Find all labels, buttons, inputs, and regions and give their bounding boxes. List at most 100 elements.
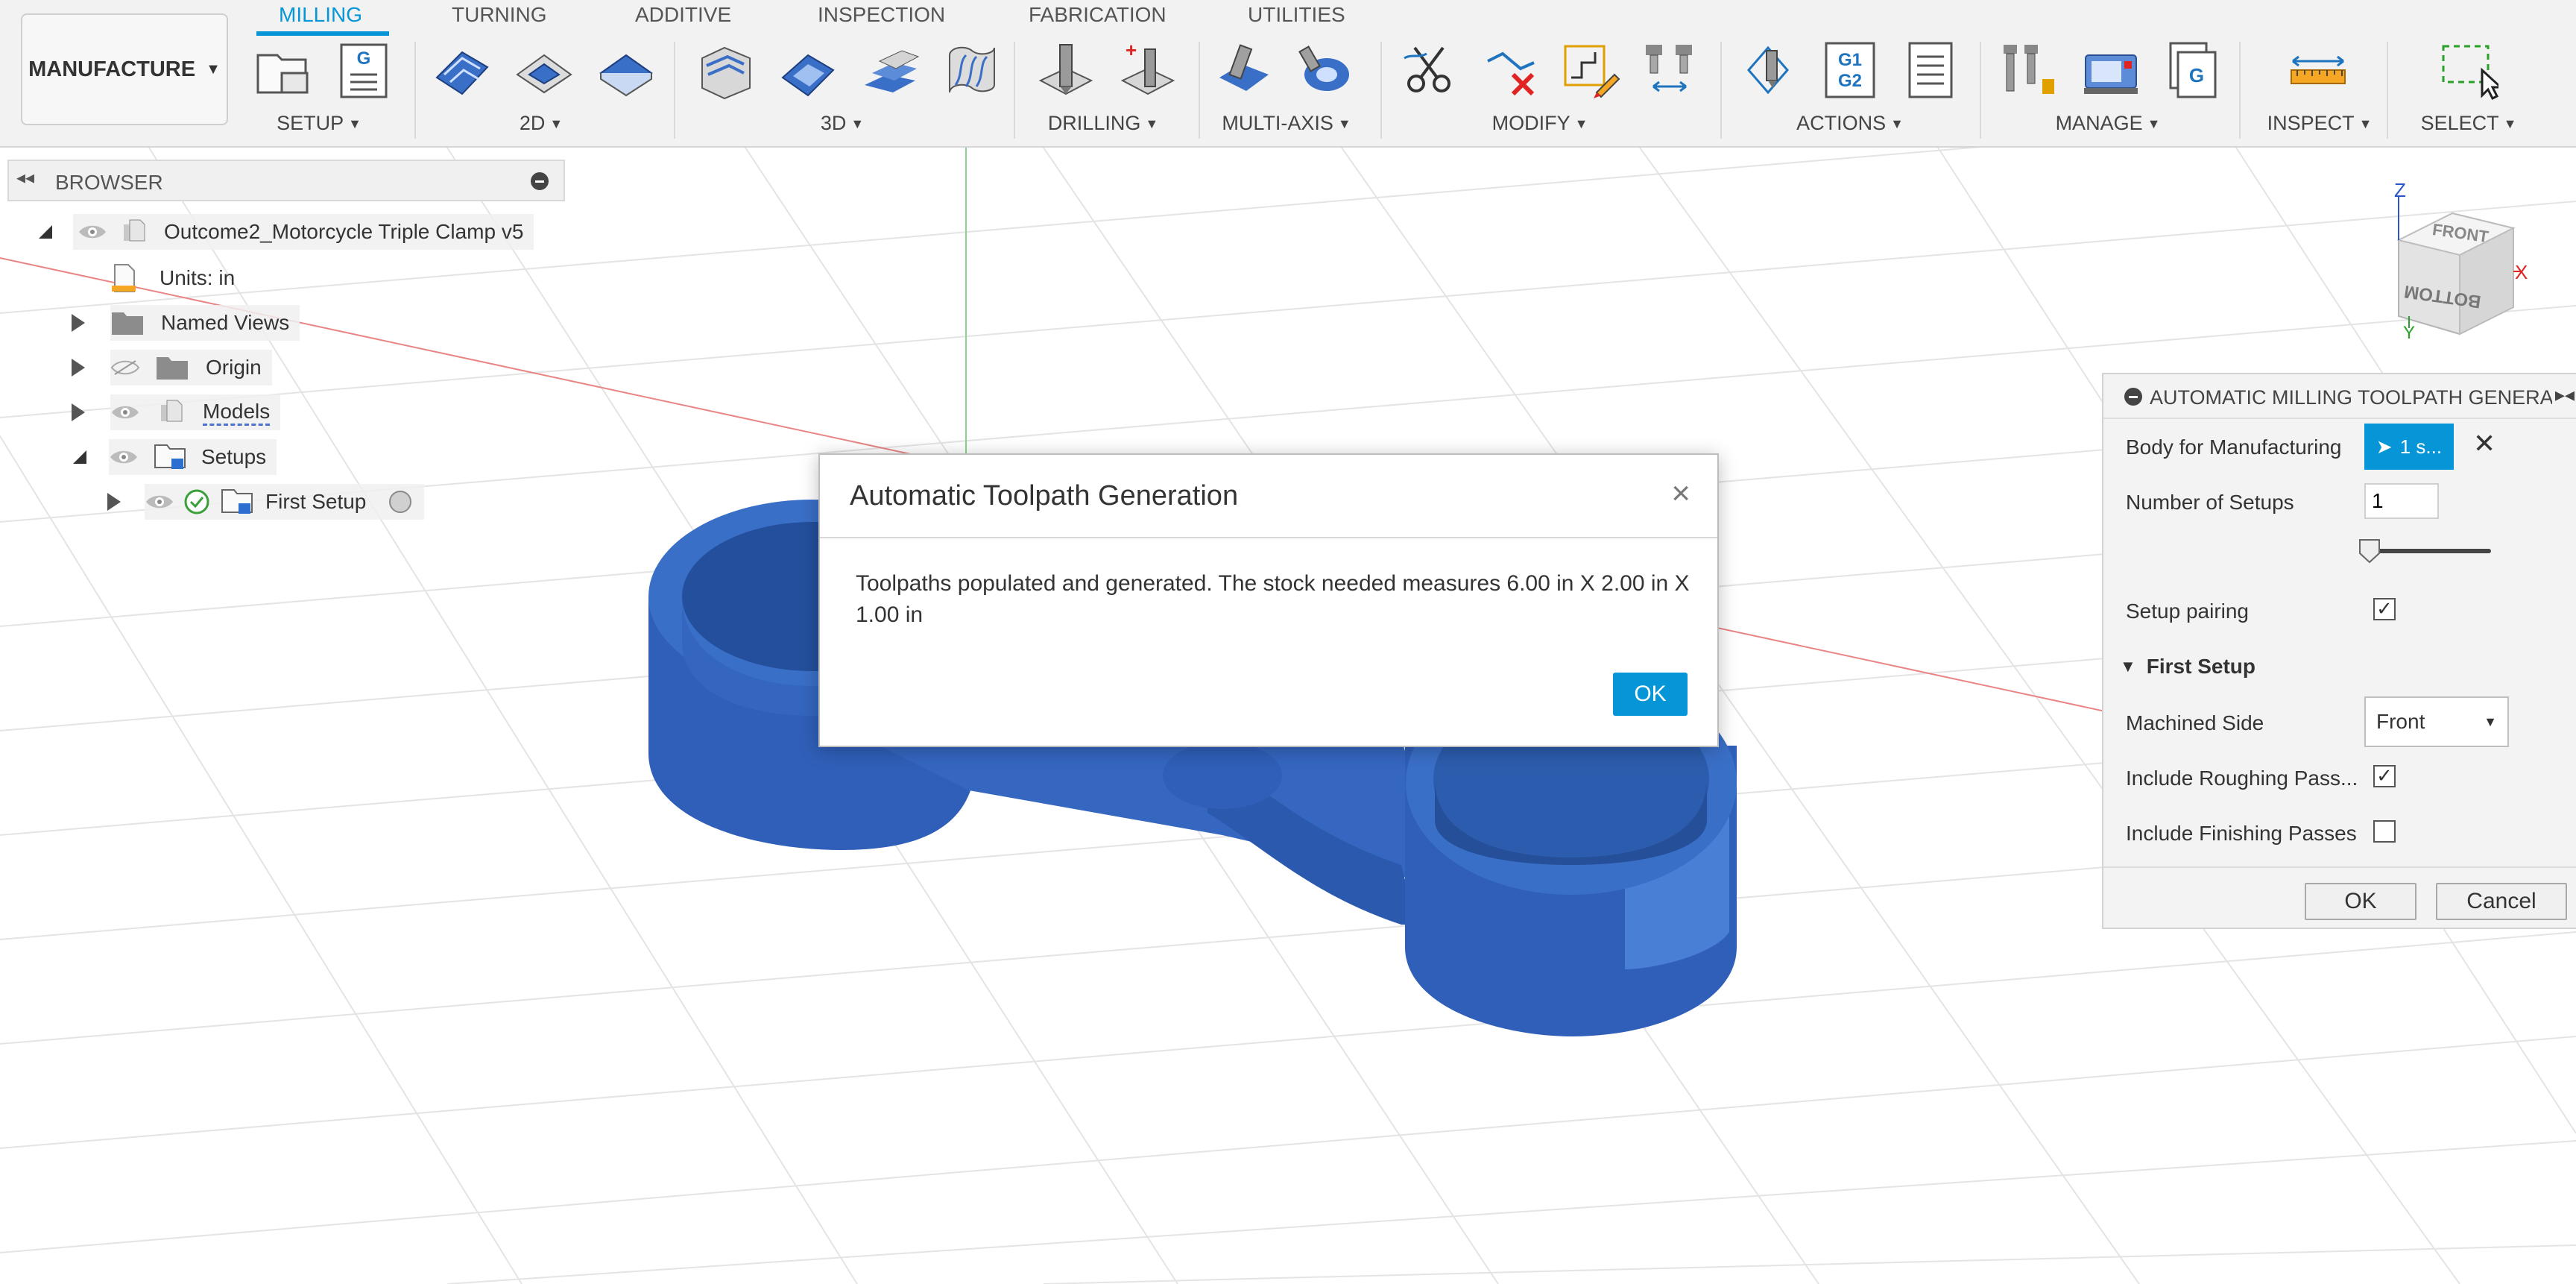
3d-adaptive-icon[interactable] xyxy=(696,40,756,100)
chevron-down-icon: ▼ xyxy=(1145,116,1159,132)
number-of-setups-slider-track[interactable] xyxy=(2364,549,2491,553)
3d-group-menu[interactable]: 3D ▼ xyxy=(821,112,864,135)
setup-sheet-icon[interactable] xyxy=(1901,40,1960,100)
named-views-item[interactable]: Named Views xyxy=(72,303,300,343)
expand-toggle-icon[interactable] xyxy=(107,493,121,511)
3d-group-label: 3D xyxy=(820,112,847,134)
select-group-menu[interactable]: SELECT ▼ xyxy=(2421,112,2517,135)
setup-pairing-checkbox[interactable]: ✓ xyxy=(2373,598,2396,620)
units-item[interactable]: Units: in xyxy=(109,258,235,298)
post-process-icon[interactable]: G1G2 xyxy=(1820,40,1880,100)
first-setup-item[interactable]: First Setup xyxy=(107,482,425,522)
modify-group-menu[interactable]: MODIFY ▼ xyxy=(1492,112,1588,135)
setup-pairing-label: Setup pairing xyxy=(2126,599,2250,623)
drill-icon[interactable] xyxy=(1036,40,1096,100)
drilling-group-menu[interactable]: DRILLING ▼ xyxy=(1048,112,1158,135)
window-select-icon[interactable] xyxy=(2439,40,2498,100)
browser-root-label: Outcome2_Motorcycle Triple Clamp v5 xyxy=(164,220,524,243)
tool-orientation-icon[interactable] xyxy=(1640,40,1699,100)
expand-toggle-icon[interactable] xyxy=(72,403,85,421)
expand-toggle-icon[interactable] xyxy=(72,314,85,332)
2d-face-icon[interactable] xyxy=(596,40,656,100)
setup-group-menu[interactable]: SETUP ▼ xyxy=(277,112,362,135)
close-icon[interactable]: × xyxy=(1671,477,1690,510)
eye-icon[interactable] xyxy=(145,492,174,512)
viewcube-axis-z: Z xyxy=(2394,179,2406,201)
collapse-panel-icon[interactable]: ◂◂ xyxy=(16,167,34,189)
setups-item[interactable]: Setups xyxy=(73,437,277,477)
simulate-icon[interactable] xyxy=(1741,40,1801,100)
tab-inspection[interactable]: INSPECTION xyxy=(818,0,945,30)
minimize-icon[interactable] xyxy=(2124,388,2142,406)
hole-recognition-icon[interactable]: + xyxy=(1118,40,1178,100)
eye-icon[interactable] xyxy=(110,403,140,422)
folder-icon xyxy=(112,312,143,335)
edit-pattern-icon[interactable] xyxy=(1562,40,1622,100)
body-selection-button[interactable]: ➤ 1 s... xyxy=(2364,424,2454,470)
3d-flow-icon[interactable] xyxy=(942,40,1002,100)
toolbar-divider xyxy=(1014,42,1015,139)
view-cube[interactable]: FRONT BOTTOM Z X Y xyxy=(2394,179,2528,343)
roughing-pass-checkbox[interactable]: ✓ xyxy=(2373,765,2396,787)
minimize-icon[interactable] xyxy=(531,172,549,190)
models-item[interactable]: Models xyxy=(72,392,281,432)
browser-root-item[interactable]: Outcome2_Motorcycle Triple Clamp v5 xyxy=(39,212,534,252)
multi-axis-contour-icon[interactable] xyxy=(1297,40,1357,100)
expand-toggle-icon[interactable] xyxy=(39,225,52,239)
expand-toggle-icon[interactable] xyxy=(72,359,85,377)
expand-toggle-icon[interactable] xyxy=(73,450,86,464)
measure-icon[interactable] xyxy=(2288,40,2348,100)
tab-utilities[interactable]: UTILITIES xyxy=(1248,0,1345,30)
finishing-passes-checkbox[interactable] xyxy=(2373,820,2396,843)
3d-pocket-icon[interactable] xyxy=(778,40,838,100)
swarf-icon[interactable] xyxy=(1215,40,1275,100)
tab-milling[interactable]: MILLING xyxy=(279,0,362,30)
delete-toolpath-icon[interactable] xyxy=(1482,40,1541,100)
chevron-down-icon: ▼ xyxy=(1337,116,1351,132)
eye-hidden-icon[interactable] xyxy=(110,358,140,377)
origin-label: Origin xyxy=(206,356,262,379)
2d-adaptive-icon[interactable] xyxy=(432,40,492,100)
setup-icon[interactable] xyxy=(252,40,312,100)
manage-group-menu[interactable]: MANAGE ▼ xyxy=(2056,112,2161,135)
panel-cancel-button[interactable]: Cancel xyxy=(2436,883,2567,920)
multi-axis-group-menu[interactable]: MULTI-AXIS ▼ xyxy=(1222,112,1351,135)
tab-additive[interactable]: ADDITIVE xyxy=(635,0,731,30)
first-setup-label: First Setup xyxy=(265,490,367,513)
chevron-down-icon: ▼ xyxy=(549,116,564,132)
toolbar-divider xyxy=(1980,42,1981,139)
chevron-down-icon: ▼ xyxy=(1890,116,1904,132)
post-library-icon[interactable]: G xyxy=(2162,40,2221,100)
scissors-icon[interactable] xyxy=(1400,40,1459,100)
automatic-milling-panel: AUTOMATIC MILLING TOOLPATH GENERATION ▸◂… xyxy=(2102,373,2576,929)
machined-side-select[interactable]: Front ▼ xyxy=(2364,696,2509,747)
origin-item[interactable]: Origin xyxy=(72,347,272,388)
browser-title: BROWSER xyxy=(55,171,163,194)
tool-library-icon[interactable] xyxy=(1999,40,2059,100)
workspace-switcher[interactable]: MANUFACTURE ▼ xyxy=(21,13,228,125)
expand-panel-icon[interactable]: ▸◂ xyxy=(2551,383,2576,406)
tab-turning[interactable]: TURNING xyxy=(452,0,547,30)
eye-icon[interactable] xyxy=(109,447,139,467)
nc-program-icon[interactable]: G xyxy=(334,40,394,100)
2d-group-menu[interactable]: 2D ▼ xyxy=(520,112,563,135)
dialog-ok-button[interactable]: OK xyxy=(1613,673,1688,716)
toolbar: MANUFACTURE ▼ MILLING TURNING ADDITIVE IN… xyxy=(0,0,2576,148)
machine-library-icon[interactable] xyxy=(2081,40,2141,100)
select-group-label: SELECT xyxy=(2420,112,2499,134)
3d-steep-shallow-icon[interactable] xyxy=(860,40,920,100)
tab-fabrication[interactable]: FABRICATION xyxy=(1029,0,1167,30)
number-of-setups-input[interactable] xyxy=(2364,483,2439,519)
inspect-group-menu[interactable]: INSPECT ▼ xyxy=(2267,112,2373,135)
eye-icon[interactable] xyxy=(78,222,107,242)
actions-group-menu[interactable]: ACTIONS ▼ xyxy=(1796,112,1904,135)
clear-selection-icon[interactable]: ✕ xyxy=(2473,428,2496,459)
panel-divider xyxy=(2103,866,2576,868)
dialog-message: Toolpaths populated and generated. The s… xyxy=(856,571,1690,627)
panel-ok-button[interactable]: OK xyxy=(2305,883,2416,920)
first-setup-section-header[interactable]: ▼ First Setup xyxy=(2120,655,2255,679)
named-views-label: Named Views xyxy=(161,311,290,334)
2d-pocket-icon[interactable] xyxy=(514,40,574,100)
machined-side-value: Front xyxy=(2376,710,2425,733)
number-of-setups-slider-thumb[interactable] xyxy=(2358,538,2381,564)
